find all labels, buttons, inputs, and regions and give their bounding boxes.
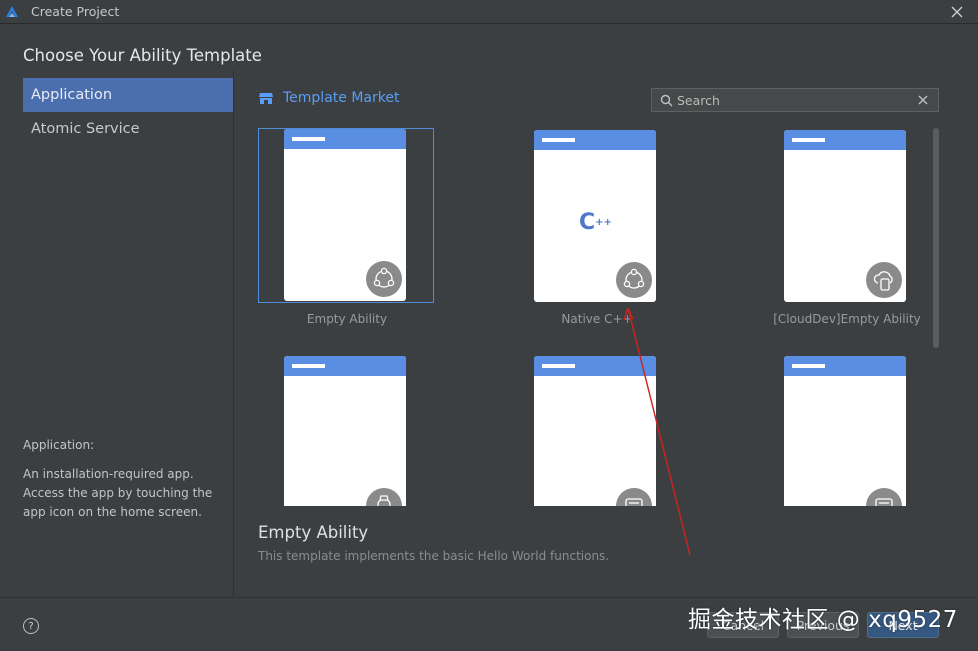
template-preview <box>284 356 406 506</box>
template-card-native-cpp[interactable]: C++ Native C++ <box>508 128 686 328</box>
template-preview <box>784 130 906 302</box>
sidebar: Application Atomic Service <box>23 78 233 146</box>
cloud-device-icon <box>866 262 902 298</box>
template-card-tablet-2[interactable] <box>758 354 930 506</box>
preview-header <box>784 356 906 376</box>
close-icon <box>951 6 963 18</box>
template-detail-title: Empty Ability <box>258 523 369 542</box>
sidebar-item-label: Application <box>31 87 113 103</box>
template-preview: C++ <box>534 130 656 302</box>
preview-header <box>784 130 906 150</box>
template-card-clouddev-empty-ability[interactable]: [CloudDev]Empty Ability <box>758 128 930 328</box>
template-label: Empty Ability <box>306 312 388 326</box>
search-input[interactable] <box>677 89 916 111</box>
template-card-watch[interactable] <box>258 354 436 506</box>
title-bar: Create Project <box>0 0 978 24</box>
template-preview <box>534 356 656 506</box>
tablet-icon <box>616 488 652 506</box>
template-market-label: Template Market <box>283 90 400 106</box>
watermark: 掘金技术社区 @ xq9527 <box>688 607 958 633</box>
search-box <box>651 88 939 112</box>
cpp-logo-plus: ++ <box>595 217 612 228</box>
tablet-icon <box>866 488 902 506</box>
window-title: Create Project <box>31 4 120 19</box>
preview-header <box>534 356 656 376</box>
template-market-link[interactable]: Template Market <box>258 90 399 106</box>
search-icon <box>660 94 673 106</box>
watch-icon <box>366 488 402 506</box>
page-title: Choose Your Ability Template <box>23 46 262 65</box>
template-preview <box>284 129 406 301</box>
store-icon <box>259 93 273 104</box>
app-logo-icon <box>6 5 18 17</box>
template-card-tablet-1[interactable] <box>508 354 686 506</box>
ability-icon <box>616 262 652 298</box>
help-button[interactable]: ? <box>23 618 39 634</box>
clear-icon[interactable] <box>916 93 930 107</box>
preview-header <box>284 129 406 149</box>
template-preview <box>784 356 906 506</box>
cpp-logo-letter: C <box>579 210 596 235</box>
template-scrollbar[interactable] <box>933 128 939 348</box>
sidebar-item-atomic-service[interactable]: Atomic Service <box>23 112 233 146</box>
sidebar-divider <box>233 70 234 597</box>
window-close-button[interactable] <box>948 3 966 21</box>
preview-header <box>534 130 656 150</box>
template-grid: Empty Ability C++ Native C++ [CloudDev]E… <box>240 122 930 506</box>
description-title: Application: <box>23 438 95 452</box>
cpp-logo: C++ <box>579 210 612 235</box>
template-detail-description: This template implements the basic Hello… <box>258 549 610 563</box>
sidebar-item-label: Atomic Service <box>31 121 140 137</box>
template-label: [CloudDev]Empty Ability <box>773 312 921 326</box>
template-card-empty-ability[interactable]: Empty Ability <box>258 128 436 328</box>
ability-icon <box>366 261 402 297</box>
category-description: Application: An installation-required ap… <box>23 436 213 522</box>
sidebar-item-application[interactable]: Application <box>23 78 233 112</box>
preview-header <box>284 356 406 376</box>
template-label: Native C++ <box>561 312 633 326</box>
description-text: An installation-required app. Access the… <box>23 467 213 519</box>
